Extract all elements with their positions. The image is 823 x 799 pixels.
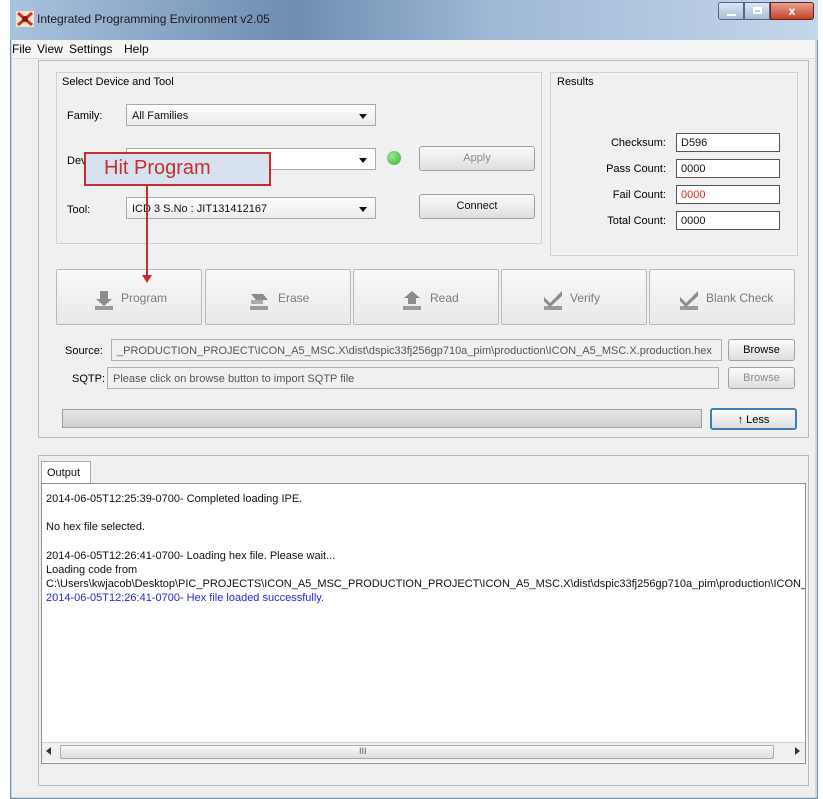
family-value: All Families bbox=[132, 110, 189, 122]
tool-value: ICD 3 S.No : JIT131412167 bbox=[132, 203, 268, 215]
app-icon bbox=[16, 11, 34, 27]
checksum-value: D596 bbox=[676, 133, 780, 152]
scroll-right-icon[interactable] bbox=[795, 747, 800, 755]
tool-label: Tool: bbox=[67, 204, 91, 216]
minimize-icon bbox=[727, 14, 736, 16]
menu-view[interactable]: View bbox=[37, 42, 63, 56]
verify-label: Verify bbox=[570, 291, 601, 305]
menu-settings[interactable]: Settings bbox=[69, 42, 112, 56]
pass-count-value: 0000 bbox=[676, 159, 780, 178]
fail-count-value: 0000 bbox=[676, 185, 780, 204]
erase-label: Erase bbox=[278, 291, 310, 305]
source-path-field[interactable]: _PRODUCTION_PROJECT\ICON_A5_MSC.X\dist\d… bbox=[111, 339, 722, 361]
menu-file[interactable]: File bbox=[12, 42, 31, 56]
scrollbar-thumb[interactable] bbox=[60, 745, 774, 759]
tool-select[interactable]: ICD 3 S.No : JIT131412167 bbox=[126, 197, 376, 219]
blank-check-icon bbox=[680, 291, 698, 310]
log-line: C:\Users\kwjacob\Desktop\PIC_PROJECTS\IC… bbox=[46, 578, 805, 590]
close-button[interactable]: x bbox=[770, 2, 814, 20]
sqtp-label: SQTP: bbox=[72, 373, 106, 385]
blank-check-button[interactable]: Blank Check bbox=[649, 269, 795, 325]
output-log: 2014-06-05T12:25:39-0700- Completed load… bbox=[41, 483, 806, 764]
erase-icon bbox=[250, 294, 268, 310]
less-button[interactable]: ↑ Less bbox=[710, 408, 797, 430]
scroll-left-icon[interactable] bbox=[46, 747, 51, 755]
apply-button[interactable]: Apply bbox=[419, 146, 535, 171]
log-line-success: 2014-06-05T12:26:41-0700- Hex file loade… bbox=[46, 592, 325, 604]
total-count-label: Total Count: bbox=[607, 215, 666, 227]
verify-icon bbox=[544, 291, 562, 310]
scrollbar-grip: III bbox=[359, 746, 367, 756]
source-label: Source: bbox=[65, 345, 103, 357]
verify-button[interactable]: Verify bbox=[501, 269, 647, 325]
log-line: 2014-06-05T12:26:41-0700- Loading hex fi… bbox=[46, 550, 336, 562]
sqtp-field[interactable]: Please click on browse button to import … bbox=[107, 367, 719, 389]
maximize-icon bbox=[753, 7, 762, 14]
tab-output[interactable]: Output bbox=[41, 461, 91, 483]
family-select[interactable]: All Families bbox=[126, 104, 376, 126]
log-line: No hex file selected. bbox=[46, 521, 146, 533]
pass-count-label: Pass Count: bbox=[606, 163, 666, 175]
hit-program-callout: Hit Program bbox=[84, 152, 271, 186]
erase-button[interactable]: Erase bbox=[205, 269, 351, 325]
device-tool-group-label: Select Device and Tool bbox=[62, 76, 174, 88]
callout-arrow-line bbox=[146, 186, 148, 277]
read-button[interactable]: Read bbox=[353, 269, 499, 325]
callout-arrow-head-icon bbox=[142, 275, 152, 283]
close-icon: x bbox=[788, 4, 796, 18]
program-label: Program bbox=[121, 291, 168, 305]
checksum-label: Checksum: bbox=[610, 137, 666, 149]
fail-count-label: Fail Count: bbox=[612, 189, 666, 201]
results-group-label: Results bbox=[557, 76, 594, 88]
sqtp-browse-button[interactable]: Browse bbox=[728, 367, 795, 389]
minimize-button[interactable] bbox=[718, 2, 744, 20]
log-line: 2014-06-05T12:25:39-0700- Completed load… bbox=[46, 493, 303, 505]
progress-bar bbox=[62, 409, 702, 428]
chevron-down-icon bbox=[359, 207, 367, 212]
program-icon bbox=[95, 291, 113, 310]
blank-check-label: Blank Check bbox=[706, 291, 774, 305]
read-icon bbox=[403, 291, 421, 310]
source-browse-button[interactable]: Browse bbox=[728, 339, 795, 361]
chevron-down-icon bbox=[359, 158, 367, 163]
window-title: Integrated Programming Environment v2.05 bbox=[37, 12, 270, 26]
total-count-value: 0000 bbox=[676, 211, 780, 230]
program-button[interactable]: Program bbox=[56, 269, 202, 325]
maximize-button[interactable] bbox=[744, 2, 770, 20]
connect-button[interactable]: Connect bbox=[419, 194, 535, 219]
menu-help[interactable]: Help bbox=[124, 42, 149, 56]
chevron-down-icon bbox=[359, 114, 367, 119]
connection-status-led bbox=[387, 151, 401, 165]
log-line: Loading code from bbox=[46, 564, 138, 576]
read-label: Read bbox=[430, 291, 459, 305]
menu-bar: File View Settings Help bbox=[12, 40, 815, 59]
family-label: Family: bbox=[67, 110, 103, 122]
